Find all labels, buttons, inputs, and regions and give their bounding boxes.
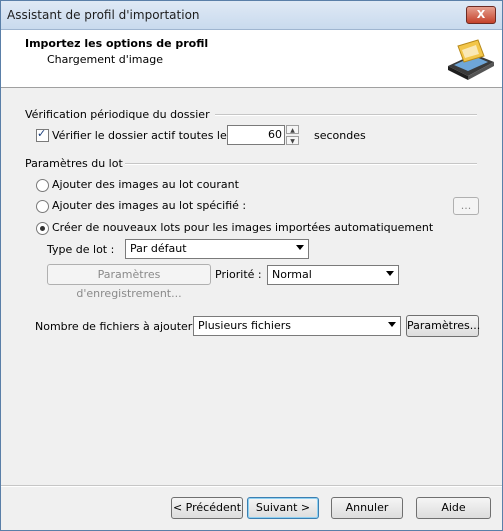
interval-spinner[interactable]: ▲ ▼	[286, 125, 299, 145]
cancel-button[interactable]: Annuler	[331, 497, 403, 519]
radio-current-batch[interactable]	[36, 179, 49, 192]
priority-value: Normal	[272, 268, 312, 281]
next-button[interactable]: Suivant >	[247, 497, 319, 519]
browse-batch-button[interactable]: ...	[453, 197, 479, 215]
title-bar[interactable]: Assistant de profil d'importation X	[1, 1, 502, 30]
interval-input[interactable]: 60	[227, 125, 285, 145]
folder-check-checkbox[interactable]	[36, 127, 49, 142]
group-divider	[215, 114, 477, 116]
file-count-select[interactable]: Plusieurs fichiers	[193, 316, 401, 336]
file-count-label: Nombre de fichiers à ajouter :	[35, 320, 200, 333]
radio-specified-batch-label[interactable]: Ajouter des images au lot spécifié :	[52, 199, 246, 212]
window-title: Assistant de profil d'importation	[7, 8, 200, 22]
radio-new-batches[interactable]	[36, 222, 49, 235]
previous-button[interactable]: < Précédent	[171, 497, 243, 519]
footer-divider	[1, 485, 502, 487]
help-button[interactable]: Aide	[416, 497, 491, 519]
folder-check-label[interactable]: Vérifier le dossier actif toutes les	[52, 129, 232, 142]
file-params-button[interactable]: Paramètres...	[406, 315, 480, 337]
batch-group-label: Paramètres du lot	[25, 157, 123, 170]
header-subtitle: Chargement d'image	[47, 53, 164, 66]
priority-label: Priorité :	[215, 268, 262, 281]
radio-new-batches-label[interactable]: Créer de nouveaux lots pour les images i…	[52, 221, 433, 234]
spin-down-icon[interactable]: ▼	[286, 136, 299, 145]
batch-type-value: Par défaut	[130, 242, 187, 255]
batch-type-label: Type de lot :	[47, 243, 115, 256]
close-button[interactable]: X	[466, 6, 496, 24]
scanner-icon	[448, 39, 494, 80]
radio-current-batch-label[interactable]: Ajouter des images au lot courant	[52, 178, 239, 191]
chevron-down-icon	[296, 245, 304, 250]
header-title: Importez les options de profil	[25, 37, 209, 50]
wizard-window: Assistant de profil d'importation X Impo…	[0, 0, 503, 531]
spin-up-icon[interactable]: ▲	[286, 125, 299, 134]
save-params-button[interactable]: Paramètres d'enregistrement...	[47, 264, 211, 300]
folder-check-group-label: Vérification périodique du dossier	[25, 108, 210, 121]
group-divider	[125, 163, 477, 165]
file-count-value: Plusieurs fichiers	[198, 319, 291, 332]
wizard-header: Importez les options de profil Chargemen…	[1, 30, 502, 88]
batch-type-select[interactable]: Par défaut	[125, 239, 309, 259]
priority-select[interactable]: Normal	[267, 265, 399, 285]
chevron-down-icon	[388, 322, 396, 327]
radio-specified-batch[interactable]	[36, 200, 49, 213]
chevron-down-icon	[386, 271, 394, 276]
interval-unit-label: secondes	[314, 129, 366, 142]
